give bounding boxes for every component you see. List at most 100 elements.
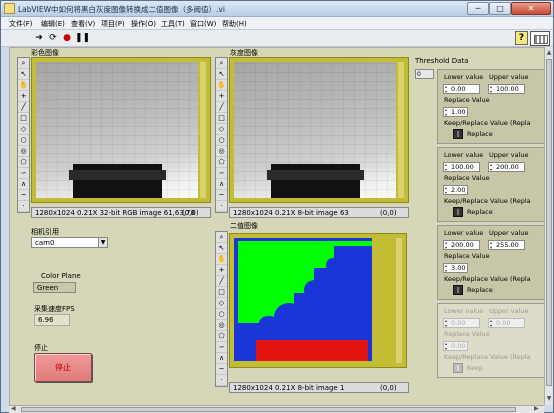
color-image-display[interactable] <box>31 57 211 203</box>
freehand-line-icon[interactable]: ~ <box>18 190 29 201</box>
stop-button[interactable]: 停止 <box>34 353 92 382</box>
lower-value-input[interactable]: 200.00 <box>443 240 480 250</box>
upper-value-input[interactable]: 200.00 <box>488 162 525 172</box>
scroll-up-icon[interactable]: ▲ <box>545 48 553 57</box>
threshold-cluster-2: Lower value Upper value 100.00 200.00 Re… <box>437 147 546 222</box>
lower-value-input[interactable]: 0.00 <box>443 318 480 328</box>
freehand-icon[interactable]: ∽ <box>216 168 227 179</box>
replace-value-input[interactable]: 2.00 <box>443 185 468 195</box>
upper-value-input[interactable]: 100.00 <box>488 84 525 94</box>
threshold-array-index[interactable]: 0 <box>415 69 434 79</box>
zoom-icon[interactable]: ⌕ <box>216 58 227 69</box>
stop-label: 停止 <box>34 344 48 352</box>
annulus-icon[interactable]: ◎ <box>216 146 227 157</box>
menu-project[interactable]: 项目(P) <box>101 19 125 29</box>
broken-line-icon[interactable]: ∧ <box>216 179 227 190</box>
menu-window[interactable]: 窗口(W) <box>190 19 216 29</box>
rectangle-icon[interactable]: □ <box>216 113 227 124</box>
horizontal-scrollbar[interactable]: ◀ ▶ <box>9 405 544 413</box>
help-icon[interactable]: ? <box>515 31 528 45</box>
freehand-line-icon[interactable]: ~ <box>216 190 227 201</box>
crosshair-icon[interactable]: + <box>18 91 29 102</box>
point-icon[interactable]: · <box>216 375 227 386</box>
rotated-rectangle-icon[interactable]: ◇ <box>216 298 227 309</box>
rectangle-icon[interactable]: □ <box>18 113 29 124</box>
close-button[interactable]: ✕ <box>511 2 551 15</box>
horizontal-scroll-thumb[interactable] <box>21 407 516 412</box>
replace-value-label: Replace Value <box>444 96 490 104</box>
camera-select[interactable]: cam0 ▼ <box>31 237 108 248</box>
pan-icon[interactable]: ✋ <box>18 80 29 91</box>
polygon-icon[interactable]: ⬠ <box>216 157 227 168</box>
chevron-down-icon[interactable]: ▼ <box>98 238 107 247</box>
switch-state-label: Replace <box>467 286 493 294</box>
freehand-line-icon[interactable]: ~ <box>216 364 227 375</box>
menu-help[interactable]: 帮助(H) <box>222 19 247 29</box>
gray-image-scrollbar[interactable] <box>398 62 404 198</box>
annulus-icon[interactable]: ◎ <box>216 320 227 331</box>
pointer-icon[interactable]: ↖ <box>18 69 29 80</box>
menu-operate[interactable]: 操作(O) <box>131 19 156 29</box>
rotated-rectangle-icon[interactable]: ◇ <box>216 124 227 135</box>
keep-replace-switch[interactable] <box>453 363 463 373</box>
color-image-scrollbar[interactable] <box>200 62 206 198</box>
red-region <box>256 340 368 361</box>
annulus-icon[interactable]: ◎ <box>18 146 29 157</box>
rotated-rectangle-icon[interactable]: ◇ <box>18 124 29 135</box>
polygon-icon[interactable]: ⬠ <box>18 157 29 168</box>
vertical-scrollbar[interactable]: ▲ ▼ <box>544 47 553 405</box>
pan-icon[interactable]: ✋ <box>216 254 227 265</box>
menu-file[interactable]: 文件(F) <box>9 19 33 29</box>
oval-icon[interactable]: ○ <box>216 309 227 320</box>
rectangle-icon[interactable]: □ <box>216 287 227 298</box>
binary-image-display[interactable] <box>229 233 407 368</box>
scroll-down-icon[interactable]: ▼ <box>545 394 553 403</box>
upper-value-input[interactable]: 0.00 <box>488 318 525 328</box>
line-icon[interactable]: ╱ <box>216 276 227 287</box>
vertical-scroll-thumb[interactable] <box>546 59 552 386</box>
menu-tools[interactable]: 工具(T) <box>161 19 185 29</box>
binary-image-scrollbar[interactable] <box>396 238 402 363</box>
broken-line-icon[interactable]: ∧ <box>216 353 227 364</box>
keep-replace-switch[interactable] <box>453 207 463 217</box>
zoom-icon[interactable]: ⌕ <box>18 58 29 69</box>
lower-value-input[interactable]: 0.00 <box>443 84 480 94</box>
vi-icon <box>530 31 550 46</box>
lower-value-input[interactable]: 100.00 <box>443 162 480 172</box>
abort-icon[interactable]: ● <box>61 32 73 44</box>
freehand-icon[interactable]: ∽ <box>18 168 29 179</box>
replace-value-input[interactable]: 3.00 <box>443 263 468 273</box>
keep-replace-label: Keep/Replace Value (Repla <box>444 353 531 361</box>
gray-image-display[interactable] <box>229 57 409 203</box>
line-icon[interactable]: ╱ <box>18 102 29 113</box>
broken-line-icon[interactable]: ∧ <box>18 179 29 190</box>
pan-icon[interactable]: ✋ <box>216 80 227 91</box>
point-icon[interactable]: · <box>216 201 227 212</box>
freehand-icon[interactable]: ∽ <box>216 342 227 353</box>
run-icon[interactable]: ➜ <box>33 32 45 44</box>
zoom-icon[interactable]: ⌕ <box>216 232 227 243</box>
keep-replace-switch[interactable] <box>453 129 463 139</box>
menu-edit[interactable]: 编辑(E) <box>41 19 65 29</box>
line-icon[interactable]: ╱ <box>216 102 227 113</box>
upper-value-label: Upper value <box>489 73 529 81</box>
replace-value-input[interactable]: 0.00 <box>443 341 468 351</box>
upper-value-input[interactable]: 255.00 <box>488 240 525 250</box>
point-icon[interactable]: · <box>18 201 29 212</box>
polygon-icon[interactable]: ⬠ <box>216 331 227 342</box>
pointer-icon[interactable]: ↖ <box>216 243 227 254</box>
run-continuously-icon[interactable]: ⟳ <box>47 32 59 44</box>
replace-value-input[interactable]: 1.00 <box>443 107 468 117</box>
pointer-icon[interactable]: ↖ <box>216 69 227 80</box>
minimize-button[interactable]: ─ <box>467 2 489 15</box>
pause-icon[interactable]: ❚❚ <box>75 32 90 44</box>
menu-view[interactable]: 查看(V) <box>71 19 95 29</box>
scroll-right-icon[interactable]: ▶ <box>534 405 539 412</box>
scroll-left-icon[interactable]: ◀ <box>11 405 16 412</box>
oval-icon[interactable]: ○ <box>216 135 227 146</box>
keep-replace-switch[interactable] <box>453 285 463 295</box>
oval-icon[interactable]: ○ <box>18 135 29 146</box>
maximize-button[interactable]: □ <box>489 2 511 15</box>
crosshair-icon[interactable]: + <box>216 265 227 276</box>
crosshair-icon[interactable]: + <box>216 91 227 102</box>
